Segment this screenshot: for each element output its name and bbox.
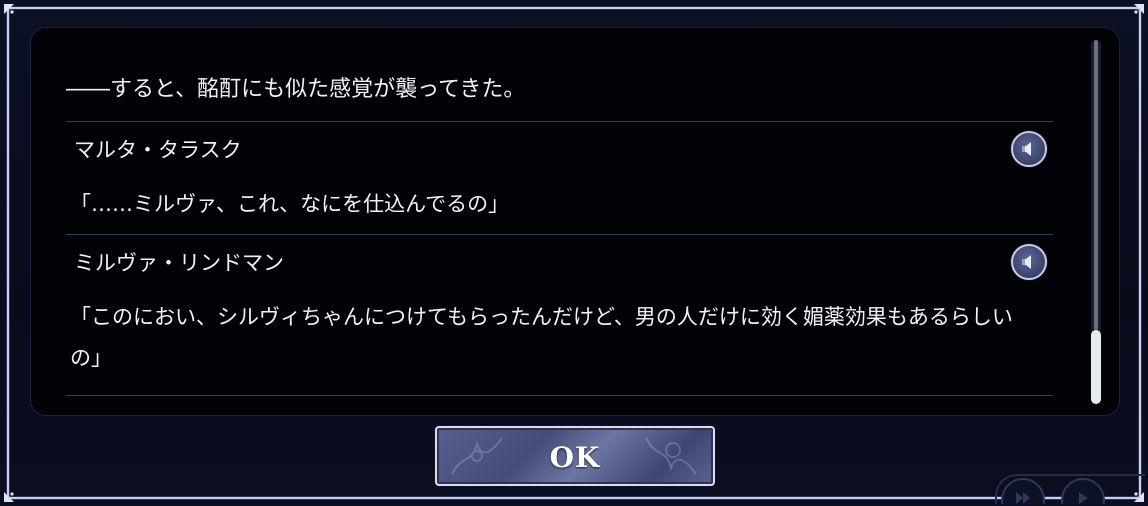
speaker-icon [1022,255,1031,269]
backlog-panel[interactable]: ――すると、酩酊にも似た感覚が襲ってきた。 マルタ・タラスク 「……ミルヴァ、こ… [30,27,1120,416]
dialogue-text: 「このにおい、シルヴィちゃんにつけてもらったんだけど、男の人だけに効く媚薬効果も… [70,305,1013,370]
voice-replay-button[interactable] [1011,244,1047,280]
speaker-name: ミルヴァ・リンドマン [74,251,284,275]
corner-ornament-icon [2,2,24,24]
dialogue-entry: マルタ・タラスク 「……ミルヴァ、これ、なにを仕込んでるの」 [66,122,1053,235]
corner-ornament-icon [2,482,24,504]
dialogue-entry: ミルヴァ・リンドマン 「このにおい、シルヴィちゃんにつけてもらったんだけど、男の… [66,235,1053,396]
background-controls [995,474,1145,504]
play-icon [1079,492,1088,504]
dialogue-text: 「……ミルヴァ、これ、なにを仕込んでるの」 [70,192,510,216]
ok-button[interactable]: OK [435,426,715,486]
scrollbar-track [1094,40,1098,330]
corner-ornament-icon [1124,2,1146,24]
fast-forward-icon [1016,492,1030,504]
ok-button-label: OK [549,441,601,474]
floral-ornament-icon [645,437,697,475]
narration-line: ――すると、酩酊にも似た感覚が襲ってきた。 [66,28,1053,122]
floral-ornament-icon [451,437,503,475]
scrollbar-thumb[interactable] [1091,330,1101,404]
voice-replay-button[interactable] [1011,131,1047,167]
backlog-list: ――すると、酩酊にも似た感覚が襲ってきた。 マルタ・タラスク 「……ミルヴァ、こ… [66,28,1053,396]
speaker-name: マルタ・タラスク [74,138,242,162]
speaker-icon [1022,142,1031,156]
backlog-window: ――すると、酩酊にも似た感覚が襲ってきた。 マルタ・タラスク 「……ミルヴァ、こ… [0,0,1148,506]
scrollbar[interactable] [1091,40,1101,404]
